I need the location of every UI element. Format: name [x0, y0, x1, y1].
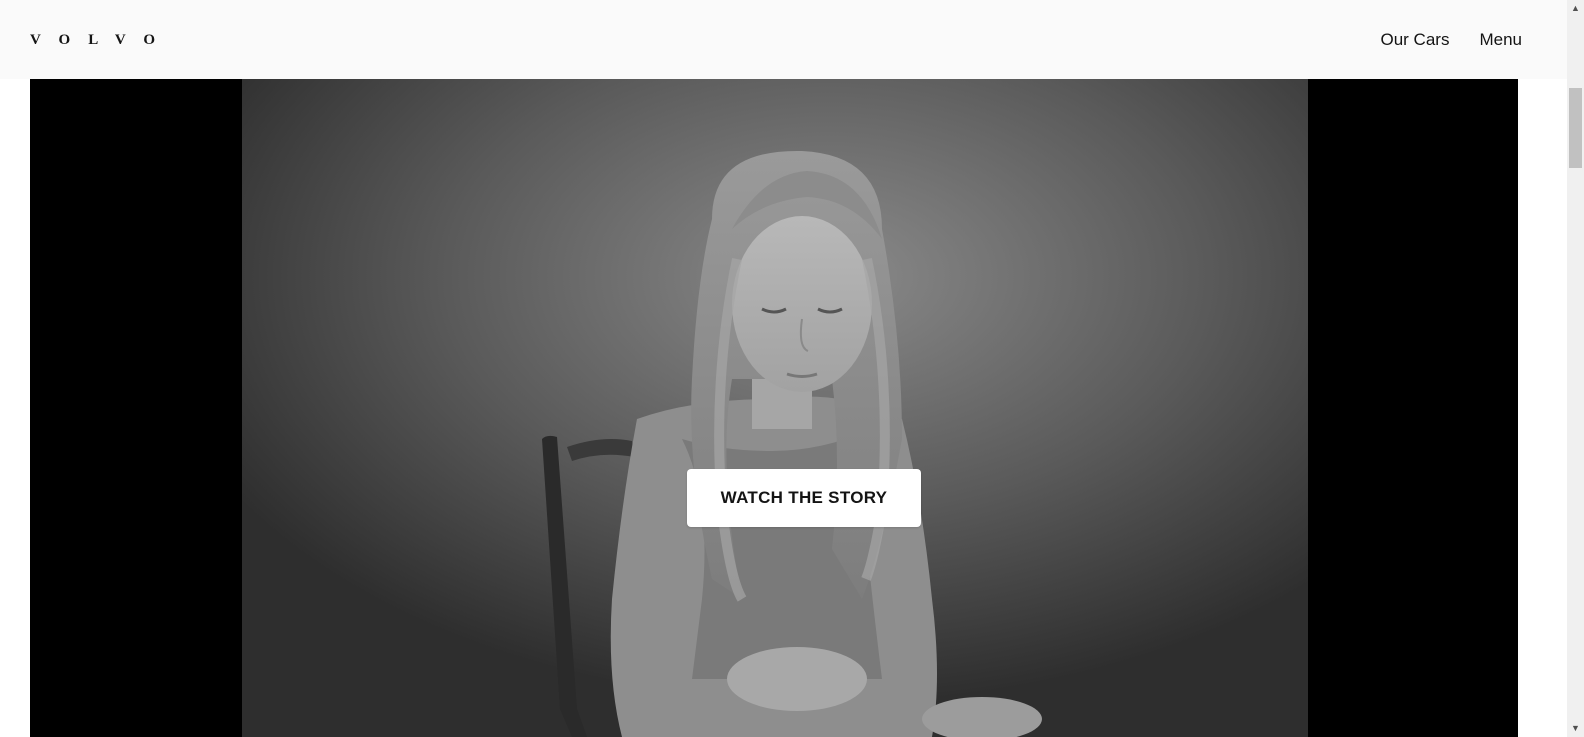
girl-photo-illustration: [242, 79, 1308, 737]
nav-menu[interactable]: Menu: [1479, 28, 1522, 52]
nav-our-cars[interactable]: Our Cars: [1381, 28, 1450, 52]
triangle-down-icon[interactable]: ▼: [1567, 720, 1584, 737]
scrollbar-thumb[interactable]: [1569, 88, 1582, 168]
vertical-scrollbar[interactable]: ▲ ▼: [1567, 0, 1584, 737]
page-viewport: VOLVO Our Cars Menu WATCH THE STORY: [0, 0, 1567, 737]
main-nav: Our Cars Menu: [1381, 28, 1523, 52]
video-still-image: [242, 79, 1308, 737]
volvo-logo[interactable]: VOLVO: [30, 30, 173, 50]
video-hero[interactable]: WATCH THE STORY: [30, 79, 1518, 737]
triangle-up-icon[interactable]: ▲: [1567, 0, 1584, 17]
watch-the-story-button[interactable]: WATCH THE STORY: [687, 469, 921, 527]
site-header: VOLVO Our Cars Menu: [0, 0, 1567, 79]
